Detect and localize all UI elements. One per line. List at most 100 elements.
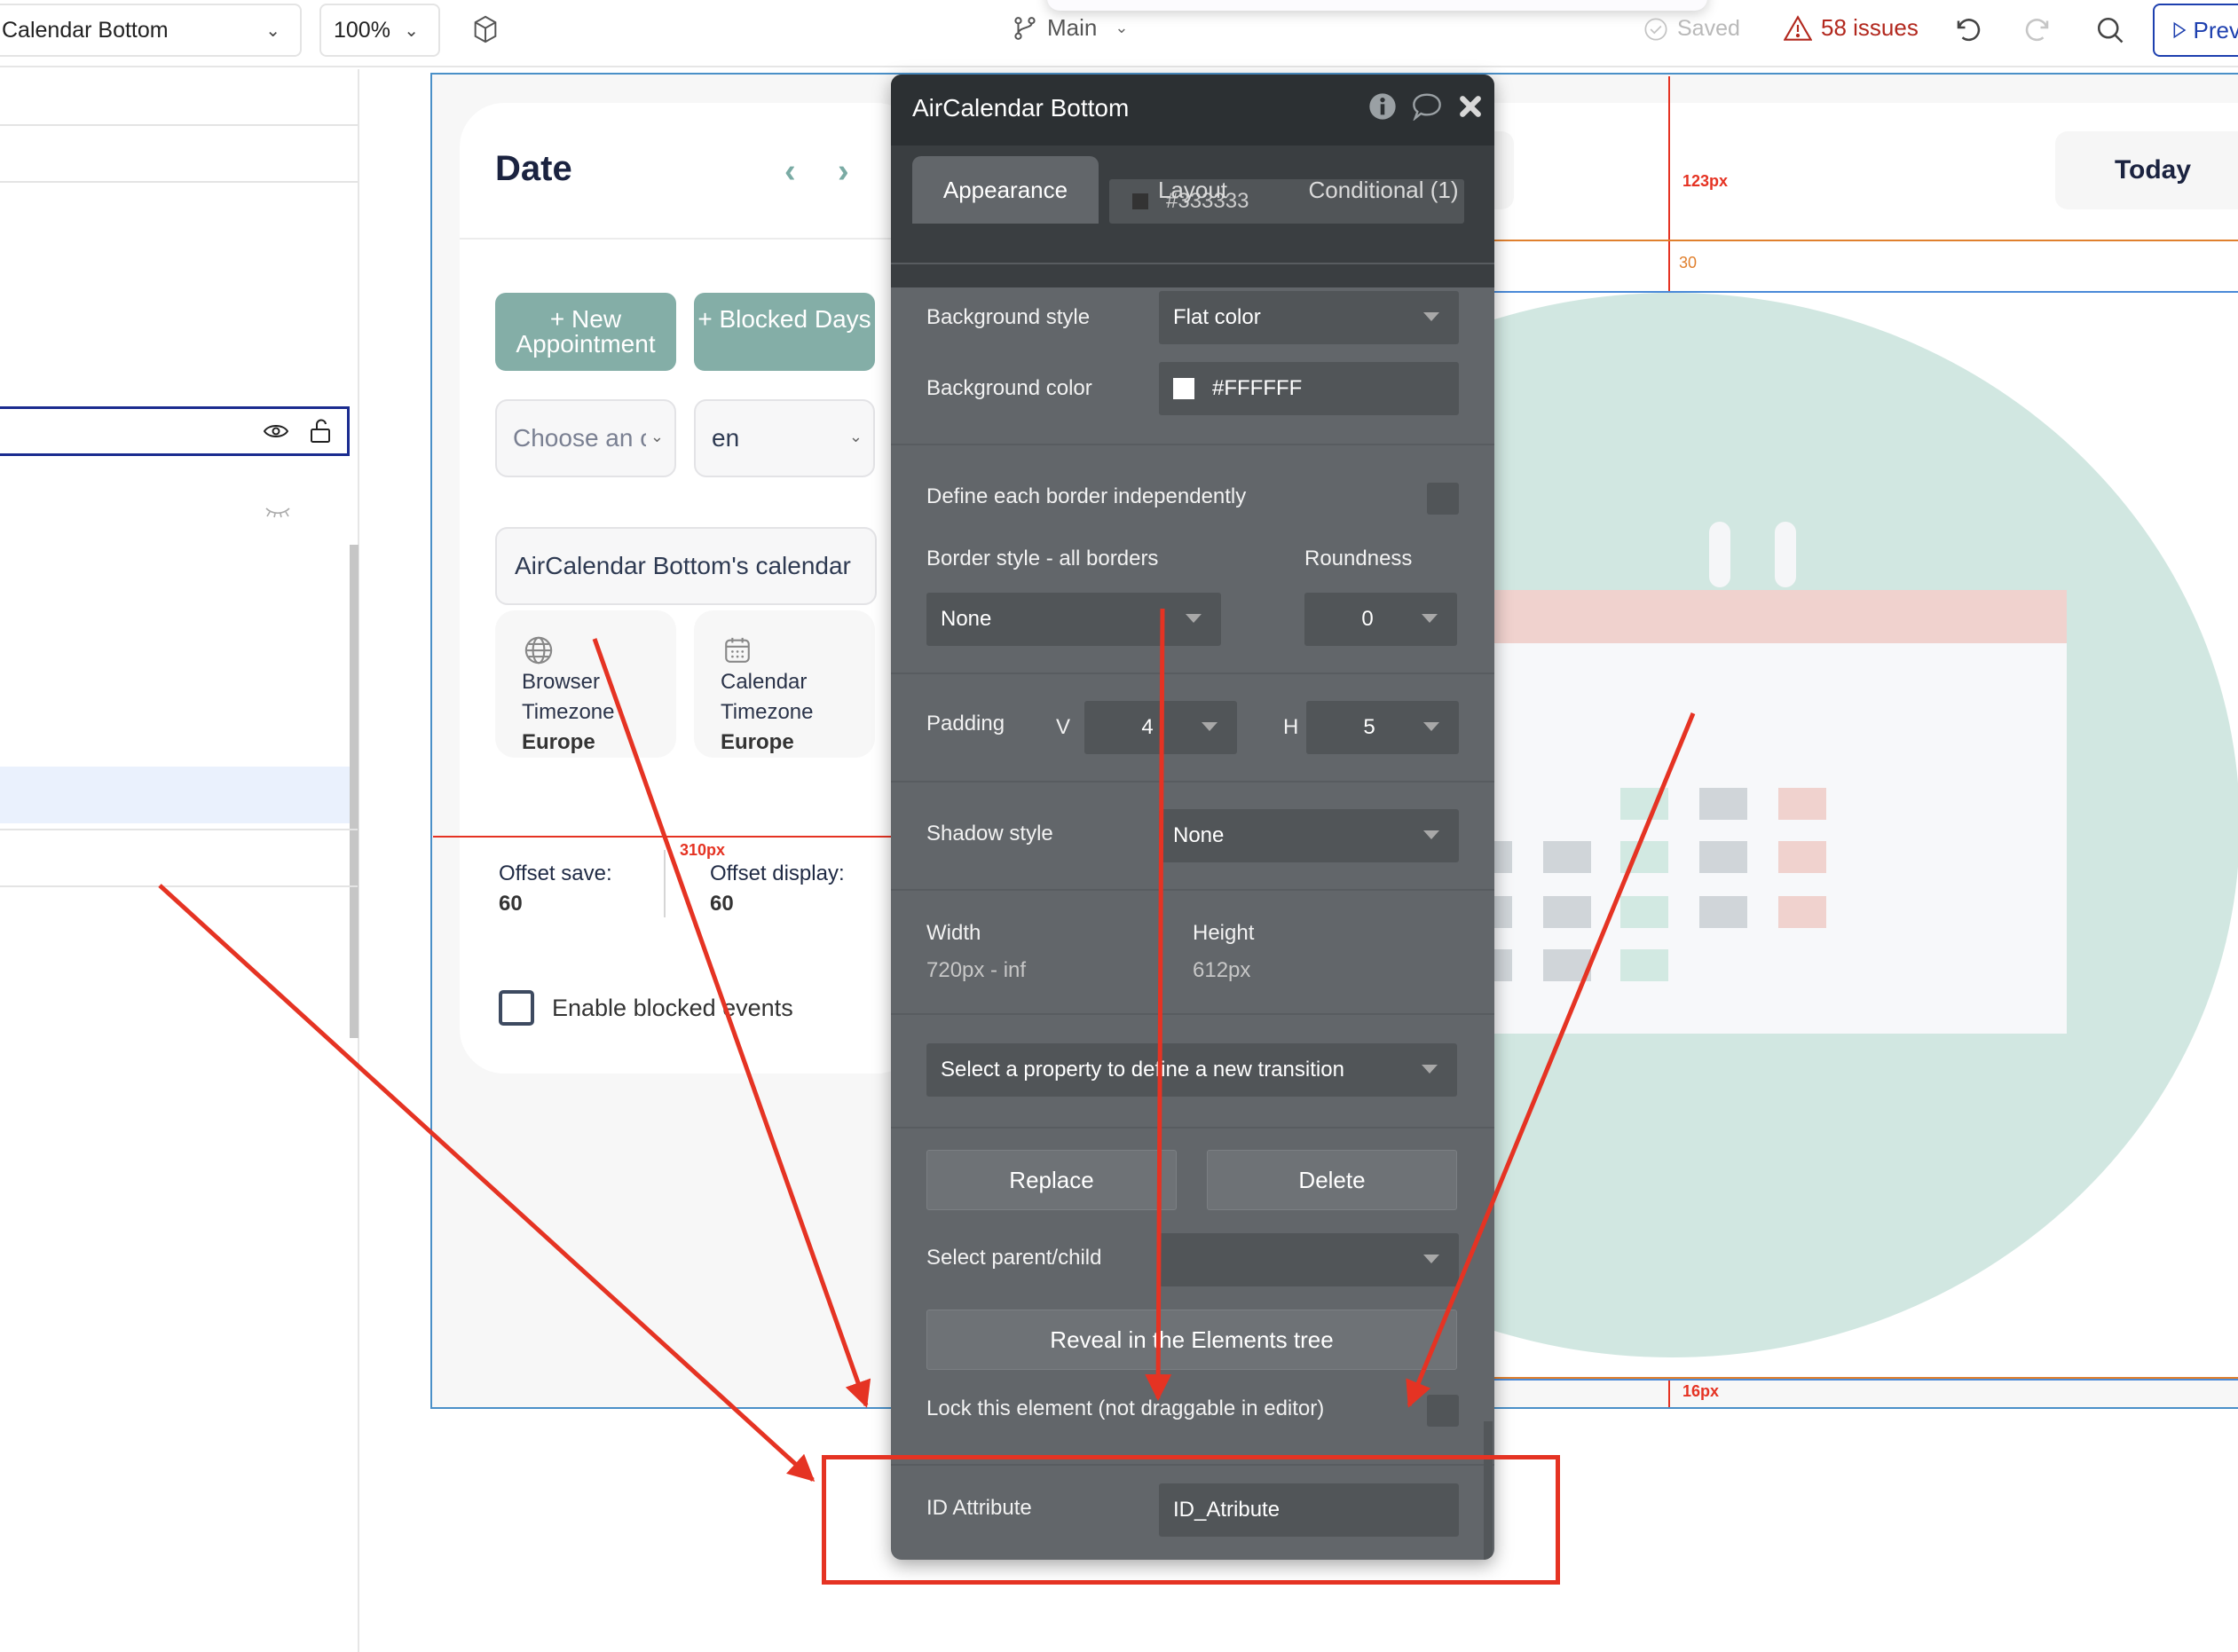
saved-status: Saved xyxy=(1643,16,1740,42)
dropdown-arrow-icon xyxy=(1423,722,1439,731)
chevron-down-icon: ⌄ xyxy=(1115,19,1129,36)
search-icon[interactable] xyxy=(2094,14,2126,46)
background-style-value: Flat color xyxy=(1173,305,1261,329)
dropdown-arrow-icon xyxy=(1186,614,1202,623)
background-color-field[interactable]: #FFFFFF xyxy=(1159,362,1459,415)
spacing-guide xyxy=(1494,240,2238,241)
reveal-elements-tree-button[interactable]: Reveal in the Elements tree xyxy=(926,1310,1457,1370)
annotation-highlight-box xyxy=(822,1455,1560,1585)
zoom-value: 100% xyxy=(334,17,390,43)
eye-icon[interactable] xyxy=(264,422,288,440)
new-appointment-button[interactable]: + New Appointment xyxy=(495,293,676,371)
tab-layout[interactable]: Layout xyxy=(1113,156,1273,224)
calendar-illustration xyxy=(1494,293,2238,1357)
check-circle-icon xyxy=(1644,17,1667,41)
padding-h-dropdown[interactable]: 5 xyxy=(1306,701,1459,754)
undo-icon[interactable] xyxy=(1950,14,1982,46)
dropdown-arrow-icon xyxy=(1423,830,1439,839)
lock-element-label: Lock this element (not draggable in edit… xyxy=(926,1396,1325,1420)
zoom-selector[interactable]: 100% ⌄ xyxy=(319,4,440,57)
sidebar-scrollbar[interactable] xyxy=(350,887,359,1038)
close-icon[interactable] xyxy=(1457,93,1484,120)
height-label: Height xyxy=(1193,921,1255,945)
distance-guide-label: 310px xyxy=(680,841,726,859)
enable-blocked-checkbox[interactable] xyxy=(499,990,534,1026)
calendar-timezone-label: Calendar Timezone xyxy=(721,670,814,724)
roundness-dropdown[interactable]: 0 xyxy=(1304,593,1457,646)
distance-guide-label: 16px xyxy=(1682,1382,1720,1400)
panel-separator xyxy=(891,444,1494,445)
play-icon xyxy=(2173,21,2187,39)
width-label: Width xyxy=(926,921,981,945)
warning-icon xyxy=(1784,14,1812,41)
background-style-label: Background style xyxy=(926,305,1091,329)
sidebar-scrollbar[interactable] xyxy=(350,545,359,887)
border-style-label: Border style - all borders xyxy=(926,547,1159,570)
transition-dropdown[interactable]: Select a property to define a new transi… xyxy=(926,1043,1457,1097)
saved-label: Saved xyxy=(1677,16,1740,41)
next-arrow-icon[interactable]: › xyxy=(838,153,849,191)
today-button[interactable]: Today xyxy=(2055,131,2238,209)
language-select[interactable]: en ⌄ xyxy=(694,399,875,477)
dropdown-arrow-icon xyxy=(1422,1065,1438,1074)
define-border-checkbox[interactable] xyxy=(1427,483,1459,515)
lock-element-checkbox[interactable] xyxy=(1427,1395,1459,1427)
panel-separator xyxy=(891,263,1494,264)
padding-v-dropdown[interactable]: 4 xyxy=(1084,701,1237,754)
offset-display-value: 60 xyxy=(710,892,734,916)
option-select-placeholder: Choose an option... xyxy=(513,424,646,452)
padding-h-label: H xyxy=(1283,715,1299,739)
shadow-style-dropdown[interactable]: None xyxy=(1159,809,1459,862)
panel-separator xyxy=(891,781,1494,783)
sidebar-hover-row[interactable] xyxy=(0,767,350,823)
delete-button[interactable]: Delete xyxy=(1207,1150,1457,1210)
page-selector[interactable]: Calendar Bottom ⌄ xyxy=(0,4,302,57)
calendar-timezone-value: Europe xyxy=(721,730,794,754)
background-color-value: #FFFFFF xyxy=(1212,376,1303,400)
branch-selector[interactable]: Main ⌄ xyxy=(1012,14,1128,42)
offset-display: Offset display: 60 xyxy=(710,859,845,919)
prev-arrow-icon[interactable]: ‹ xyxy=(784,153,796,191)
distance-guide-vertical xyxy=(1668,76,1670,293)
color-swatch[interactable] xyxy=(1173,378,1194,399)
eye-closed-icon[interactable] xyxy=(264,506,291,518)
property-editor-panel: AirCalendar Bottom Font color #333333 Ap… xyxy=(891,75,1494,1560)
redo-icon[interactable] xyxy=(2023,14,2055,46)
replace-button[interactable]: Replace xyxy=(926,1150,1177,1210)
sidebar-selected-element-row[interactable] xyxy=(0,406,350,456)
option-select[interactable]: Choose an option... ⌄ xyxy=(495,399,676,477)
offset-divider xyxy=(664,850,666,917)
roundness-label: Roundness xyxy=(1304,547,1413,570)
preview-button[interactable]: Preview xyxy=(2153,4,2238,57)
background-style-dropdown[interactable]: Flat color xyxy=(1159,291,1459,344)
blocked-days-button[interactable]: + Blocked Days xyxy=(694,293,875,371)
select-parent-dropdown[interactable] xyxy=(1159,1233,1459,1286)
branch-icon xyxy=(1014,16,1036,40)
tab-strip-top xyxy=(891,146,1494,156)
sidebar-divider xyxy=(0,181,358,183)
transition-placeholder: Select a property to define a new transi… xyxy=(941,1058,1344,1082)
dropdown-arrow-icon xyxy=(1422,614,1438,623)
comment-icon[interactable] xyxy=(1411,92,1443,121)
width-value: 720px - inf xyxy=(926,958,1027,982)
select-parent-label: Select parent/child xyxy=(926,1246,1102,1270)
calendar-name-input[interactable]: AirCalendar Bottom's calendar xyxy=(495,527,877,605)
panel-separator xyxy=(891,1127,1494,1129)
border-style-dropdown[interactable]: None xyxy=(926,593,1221,646)
unlock-icon[interactable] xyxy=(310,419,331,444)
tab-appearance[interactable]: Appearance xyxy=(912,156,1099,224)
tab-conditional[interactable]: Conditional (1) xyxy=(1281,156,1485,224)
chevron-down-icon: ⌄ xyxy=(404,21,419,41)
page-selector-value: Calendar Bottom xyxy=(2,17,169,43)
issues-button[interactable]: 58 issues xyxy=(1784,14,1919,42)
info-icon[interactable] xyxy=(1368,92,1397,121)
distance-guide-horizontal xyxy=(433,836,891,838)
panel-separator xyxy=(891,673,1494,674)
panel-header[interactable]: AirCalendar Bottom xyxy=(891,75,1494,146)
dropdown-arrow-icon xyxy=(1202,722,1218,731)
offset-save-label: Offset save: xyxy=(499,861,612,885)
distance-guide-vertical xyxy=(1668,1381,1670,1407)
cube-icon[interactable] xyxy=(470,14,500,44)
enable-blocked-events[interactable]: Enable blocked events xyxy=(499,990,793,1026)
offset-save: Offset save: 60 xyxy=(499,859,612,919)
